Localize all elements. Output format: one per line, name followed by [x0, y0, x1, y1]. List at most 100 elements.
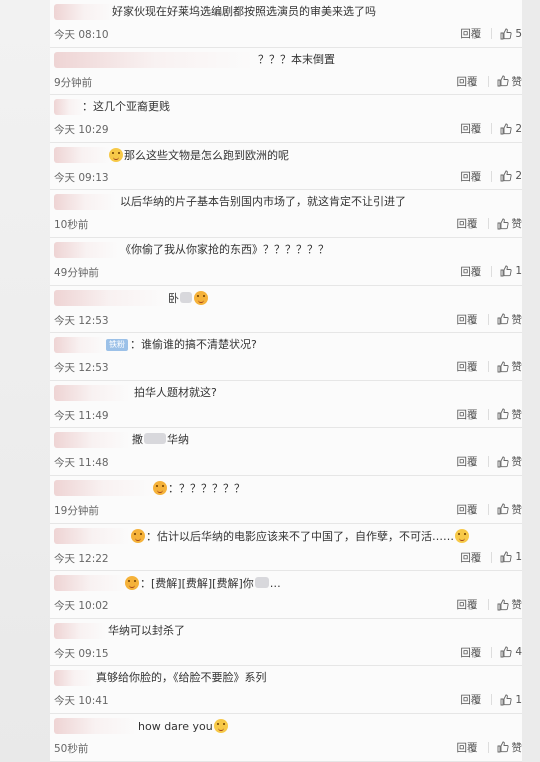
blurred-username[interactable]: [54, 4, 114, 20]
like-button[interactable]: 5: [500, 28, 522, 40]
like-button[interactable]: 1: [500, 694, 522, 706]
comment-text-tail: …: [269, 577, 281, 591]
comment-time: 10秒前: [54, 219, 89, 232]
comment-time: 今天 10:41: [54, 695, 109, 708]
like-button[interactable]: 赞: [497, 597, 523, 612]
blurred-username[interactable]: [54, 194, 116, 211]
comment-actions: 回覆 赞: [457, 216, 522, 231]
thumbs-up-icon: [497, 599, 509, 611]
comment-actions: 回覆 赞: [457, 597, 523, 612]
reply-button[interactable]: 回覆: [457, 502, 478, 517]
comment-item: ：估计以后华纳的电影应该来不了中国了，自作孽，不可活…… 今天 12:22 回覆…: [50, 523, 522, 572]
like-count: 赞: [511, 408, 523, 421]
comment-item: ？？？本末倒置 9分钟前 回覆 赞: [50, 47, 522, 96]
emoji-icon: [455, 528, 469, 543]
reply-button[interactable]: 回覆: [457, 359, 478, 374]
blurred-username[interactable]: [54, 146, 110, 163]
blurred-username[interactable]: [54, 479, 152, 496]
like-button[interactable]: 赞: [497, 216, 522, 231]
blurred-username[interactable]: [54, 289, 166, 306]
emoji-icon: [213, 718, 228, 733]
like-button[interactable]: 赞: [497, 740, 522, 755]
like-button[interactable]: 1: [500, 265, 522, 277]
right-margin: [522, 0, 540, 762]
blurred-username[interactable]: [54, 384, 130, 401]
divider: [487, 218, 489, 230]
emoji-icon: [153, 480, 167, 495]
blurred-username[interactable]: [54, 622, 106, 639]
comment-actions: 回覆 5: [460, 26, 522, 41]
reply-button[interactable]: 回覆: [457, 740, 478, 755]
like-button[interactable]: 赞: [497, 502, 522, 517]
reply-button[interactable]: 回覆: [460, 169, 481, 184]
comment-text: 以后华纳的片子基本告别国内市场了，就这肯定不让引进了: [120, 195, 406, 209]
like-button[interactable]: 赞: [497, 407, 523, 422]
fan-badge[interactable]: 铁粉: [106, 339, 128, 352]
comment-actions: 回覆 赞: [457, 407, 523, 422]
divider: [491, 265, 493, 277]
like-button[interactable]: 赞: [497, 359, 523, 374]
comment-text-wrap: 那么这些文物是怎么跑到欧洲的呢: [108, 147, 289, 163]
reply-button[interactable]: 回覆: [457, 597, 478, 612]
emoji-icon: [125, 576, 139, 591]
like-button[interactable]: 2: [500, 123, 522, 135]
blurred-username[interactable]: [54, 241, 118, 258]
comment-text: 好家伙现在好莱坞选编剧都按照选演员的审美来选了吗: [112, 5, 376, 18]
like-button[interactable]: 赞: [497, 74, 522, 89]
comment-text-wrap: ：估计以后华纳的电影应该来不了中国了，自作孽，不可活……: [130, 528, 470, 544]
like-count: 赞: [511, 599, 523, 612]
like-button[interactable]: 赞: [497, 312, 522, 327]
reply-button[interactable]: 回覆: [457, 74, 478, 89]
like-button[interactable]: 2: [500, 170, 522, 182]
comment-item: 卧 今天 12:53 回覆 赞: [50, 285, 522, 334]
reply-button[interactable]: 回覆: [460, 645, 481, 660]
blurred-username[interactable]: [54, 717, 136, 734]
reply-button[interactable]: 回覆: [460, 121, 481, 136]
reply-button[interactable]: 回覆: [460, 26, 481, 41]
redacted-text: [254, 577, 269, 589]
comment-text: 拍华人题材就这?: [134, 385, 217, 399]
like-button[interactable]: 赞: [497, 454, 523, 469]
blurred-username[interactable]: [54, 527, 130, 544]
comment-text: ：？？？？？？: [168, 481, 245, 495]
reply-button[interactable]: 回覆: [460, 264, 481, 279]
blurred-username[interactable]: [54, 99, 84, 116]
comment-item: 那么这些文物是怎么跑到欧洲的呢 今天 09:13 回覆 2: [50, 142, 522, 191]
reply-button[interactable]: 回覆: [457, 312, 478, 327]
comment-time: 今天 09:15: [54, 647, 109, 660]
blurred-username[interactable]: [54, 432, 130, 449]
reply-button[interactable]: 回覆: [457, 454, 478, 469]
comment-time: 今天 09:13: [54, 171, 109, 184]
comment-item: 好家伙现在好莱坞选编剧都按照选演员的审美来选了吗 今天 08:10 回覆 5: [50, 0, 522, 48]
like-count: 1: [515, 265, 522, 278]
like-count: 赞: [511, 361, 523, 374]
comment-actions: 回覆 1: [460, 550, 522, 565]
like-count: 2: [515, 122, 522, 135]
comment-item: 以后华纳的片子基本告别国内市场了，就这肯定不让引进了 10秒前 回覆 赞: [50, 190, 522, 238]
thumbs-up-icon: [497, 408, 509, 420]
divider: [491, 694, 493, 706]
comment-actions: 回覆 2: [460, 121, 522, 136]
comment-actions: 回覆 1: [460, 264, 522, 279]
blurred-username[interactable]: [54, 670, 94, 687]
comment-item: ：这几个亚裔更贱 今天 10:29 回覆 2: [50, 95, 522, 143]
divider: [487, 741, 489, 753]
comment-text: 真够给你脸的，《给脸不要脸》系列: [96, 671, 267, 685]
like-button[interactable]: 1: [500, 551, 522, 563]
redacted-text: [180, 291, 192, 303]
comment-text-wrap: 卧: [168, 290, 209, 306]
comment-text-wrap: how dare you: [138, 718, 229, 734]
like-count: 赞: [511, 456, 523, 469]
reply-button[interactable]: 回覆: [460, 550, 481, 565]
reply-button[interactable]: 回覆: [460, 692, 481, 707]
reply-button[interactable]: 回覆: [457, 407, 478, 422]
comment-actions: 回覆 赞: [457, 74, 522, 89]
comment-text-wrap: ：？？？？？？: [152, 480, 245, 496]
reply-button[interactable]: 回覆: [457, 216, 478, 231]
blurred-username[interactable]: [54, 575, 126, 592]
divider: [487, 503, 489, 515]
blurred-username[interactable]: [54, 337, 106, 354]
blurred-username[interactable]: [54, 51, 254, 68]
comment-time: 今天 10:29: [54, 124, 109, 137]
like-button[interactable]: 4: [500, 646, 522, 658]
